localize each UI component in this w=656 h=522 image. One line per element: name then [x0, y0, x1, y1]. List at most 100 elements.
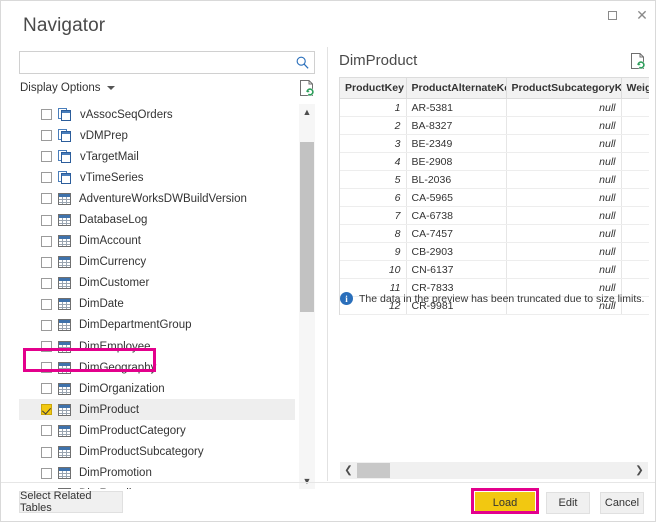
tree-item-dimproductcategory[interactable]: DimProductCategory [19, 420, 295, 441]
maximize-icon [607, 10, 617, 20]
tree-item-vtimeseries[interactable]: vTimeSeries [19, 167, 295, 188]
checkbox-dimgeography[interactable] [41, 362, 52, 374]
display-options-label[interactable]: Display Options [20, 82, 101, 94]
checkbox-dimemployee[interactable] [41, 341, 52, 353]
grid-horizontal-scrollbar[interactable]: ❮ ❯ [340, 462, 648, 479]
table-row[interactable]: 3 BE-2349 null [340, 134, 649, 153]
object-tree[interactable]: vAssocSeqOrders vDMPrep vTargetMail vTimeSe… [19, 104, 315, 489]
tree-item-dimdate[interactable]: DimDate [19, 294, 295, 315]
page-title: Navigator [23, 15, 106, 36]
checkbox-dimdate[interactable] [41, 298, 52, 310]
tree-item-vtargetmail[interactable]: vTargetMail [19, 146, 295, 167]
column-header[interactable]: ProductKey [340, 78, 407, 99]
column-header[interactable]: Weigh [621, 78, 649, 99]
checkbox-dimcurrency[interactable] [41, 256, 52, 268]
table-row[interactable]: 6 CA-5965 null [340, 188, 649, 207]
table-row[interactable]: 9 CB-2903 null [340, 242, 649, 261]
table-icon [58, 214, 71, 227]
tree-item-label: vAssocSeqOrders [80, 108, 173, 121]
checkbox-dimproduct[interactable] [41, 404, 52, 416]
tree-item-vassocseqorders[interactable]: vAssocSeqOrders [19, 104, 295, 125]
table-row[interactable]: 5 BL-2036 null [340, 170, 649, 189]
tree-item-adventureworksdwbuildversion[interactable]: AdventureWorksDWBuildVersion [19, 188, 295, 209]
chevron-down-icon[interactable]: ▼ [299, 473, 315, 489]
scrollbar-thumb[interactable] [300, 142, 314, 312]
checkbox-dimproductcategory[interactable] [41, 425, 52, 437]
checkbox-vassocseqorders[interactable] [41, 109, 52, 121]
tree-item-databaselog[interactable]: DatabaseLog [19, 209, 295, 230]
table-row[interactable]: 7 CA-6738 null [340, 206, 649, 225]
tree-item-dimaccount[interactable]: DimAccount [19, 231, 295, 252]
edit-button[interactable]: Edit [546, 492, 590, 514]
tree-item-dimproductsubcategory[interactable]: DimProductSubcategory [19, 442, 295, 463]
table-cell: null [506, 98, 622, 117]
tree-item-dimcustomer[interactable]: DimCustomer [19, 273, 295, 294]
table-icon [58, 192, 71, 205]
table-icon [58, 298, 71, 311]
refresh-preview-icon[interactable] [299, 79, 315, 97]
tree-item-dimgeography[interactable]: DimGeography [19, 357, 295, 378]
table-cell: BL-2036 [406, 170, 507, 189]
table-cell: null [506, 152, 622, 171]
table-cell: CA-5965 [406, 188, 507, 207]
table-cell [621, 98, 649, 117]
tree-vertical-scrollbar[interactable]: ▲ ▼ [299, 104, 315, 489]
checkbox-dimproductsubcategory[interactable] [41, 446, 52, 458]
checkbox-vdmprep[interactable] [41, 130, 52, 142]
table-icon [58, 340, 71, 353]
table-cell [621, 116, 649, 135]
chevron-up-icon[interactable]: ▲ [299, 104, 315, 120]
table-icon [58, 467, 71, 480]
table-row[interactable]: 8 CA-7457 null [340, 224, 649, 243]
view-icon [58, 108, 72, 122]
tree-item-dimcurrency[interactable]: DimCurrency [19, 252, 295, 273]
table-icon [58, 424, 71, 437]
checkbox-dimpromotion[interactable] [41, 467, 52, 479]
tree-item-dimreseller[interactable]: DimReseller [19, 484, 295, 489]
tree-item-dimpromotion[interactable]: DimPromotion [19, 463, 295, 484]
tree-item-dimdepartmentgroup[interactable]: DimDepartmentGroup [19, 315, 295, 336]
scrollbar-track[interactable] [357, 462, 631, 479]
checkbox-dimdepartmentgroup[interactable] [41, 319, 52, 331]
refresh-preview-icon[interactable] [630, 52, 646, 70]
data-preview-grid[interactable]: ProductKey ProductAlternateKey ProductSubc… [339, 77, 649, 315]
tree-item-label: DimCustomer [79, 277, 150, 290]
table-cell: 8 [340, 224, 407, 243]
table-icon [58, 403, 71, 416]
checkbox-dimorganization[interactable] [41, 383, 52, 395]
table-cell: 4 [340, 152, 407, 171]
panel-divider [327, 47, 328, 481]
tree-item-dimemployee[interactable]: DimEmployee [19, 336, 295, 357]
load-button[interactable]: Load [475, 492, 535, 514]
tree-item-vdmprep[interactable]: vDMPrep [19, 125, 295, 146]
checkbox-adventureworksdwbuildversion[interactable] [41, 193, 52, 205]
cancel-button[interactable]: Cancel [600, 492, 644, 514]
close-button[interactable]: ✕ [627, 1, 655, 29]
tree-item-dimproduct[interactable]: DimProduct [19, 399, 295, 421]
checkbox-vtimeseries[interactable] [41, 172, 52, 184]
table-cell [621, 134, 649, 153]
chevron-left-icon[interactable]: ❮ [340, 462, 357, 479]
search-icon[interactable] [295, 55, 310, 70]
table-row[interactable]: 1 AR-5381 null [340, 98, 649, 117]
table-row[interactable]: 2 BA-8327 null [340, 116, 649, 135]
tree-item-dimorganization[interactable]: DimOrganization [19, 378, 295, 399]
column-header[interactable]: ProductAlternateKey [406, 78, 507, 99]
table-row[interactable]: 4 BE-2908 null [340, 152, 649, 171]
column-header[interactable]: ProductSubcategoryKey [506, 78, 622, 99]
chevron-down-icon[interactable] [107, 86, 115, 90]
chevron-right-icon[interactable]: ❯ [631, 462, 648, 479]
checkbox-dimcustomer[interactable] [41, 277, 52, 289]
checkbox-databaselog[interactable] [41, 214, 52, 226]
truncation-notice: i The data in the preview has been trunc… [340, 292, 644, 305]
preview-panel: DimProduct ProductKey ProductAlternateKey… [339, 49, 649, 481]
checkbox-vtargetmail[interactable] [41, 151, 52, 163]
search-box[interactable] [19, 51, 315, 74]
maximize-button[interactable] [597, 1, 627, 29]
checkbox-dimaccount[interactable] [41, 235, 52, 247]
search-input[interactable] [20, 52, 295, 73]
select-related-tables-button[interactable]: Select Related Tables [19, 490, 123, 514]
table-row[interactable]: 10 CN-6137 null [340, 260, 649, 279]
table-header-row: ProductKey ProductAlternateKey ProductSubc… [340, 78, 649, 99]
scrollbar-thumb[interactable] [357, 463, 390, 478]
